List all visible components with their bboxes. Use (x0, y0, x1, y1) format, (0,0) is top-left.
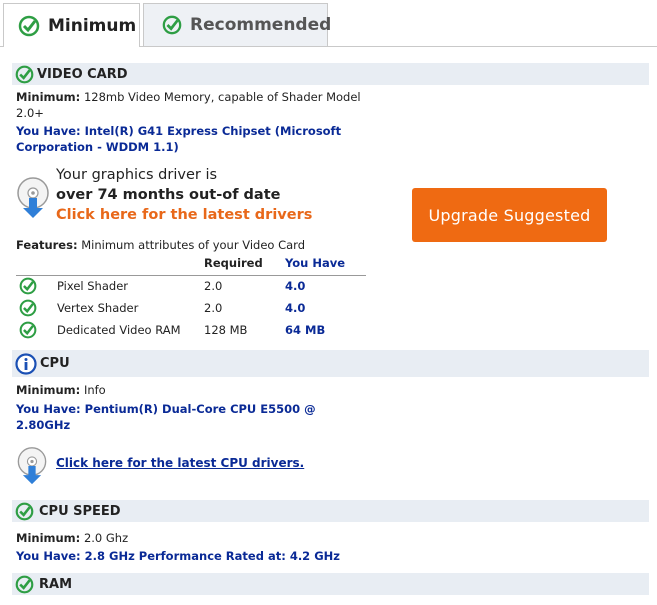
driver-status-line2: over 74 months out-of date (56, 187, 281, 203)
required-header: Required (204, 256, 263, 270)
check-circle-icon (15, 575, 34, 594)
video-card-header: VIDEO CARD (12, 63, 649, 85)
feature-required: 128 MB (204, 323, 248, 337)
cpu-you-have-cont: 2.80GHz (16, 418, 71, 432)
cpu-speed-minimum: Minimum: 2.0 Ghz (16, 531, 129, 545)
video-card-title: VIDEO CARD (37, 66, 128, 82)
table-row: Vertex Shader 2.0 4.0 (16, 298, 366, 320)
feature-name: Vertex Shader (57, 301, 139, 315)
feature-required: 2.0 (204, 301, 223, 315)
disc-download-icon (16, 446, 48, 490)
feature-required: 2.0 (204, 279, 223, 293)
tab-recommended[interactable]: Recommended (143, 3, 332, 46)
cpu-you-have: You Have: Pentium(R) Dual-Core CPU E5500… (16, 402, 316, 416)
tab-minimum-label: Minimum (48, 15, 137, 36)
video-card-you-have: You Have: Intel(R) G41 Express Chipset (… (16, 124, 342, 138)
tab-minimum[interactable]: Minimum (3, 3, 140, 47)
requirements-tabs: Minimum Recommended (0, 0, 657, 47)
upgrade-suggested-button[interactable]: Upgrade Suggested (412, 188, 607, 242)
feature-you-have: 64 MB (285, 323, 326, 337)
disc-download-icon (16, 176, 50, 224)
driver-status-line1: Your graphics driver is (56, 167, 218, 183)
feature-you-have: 4.0 (285, 279, 306, 293)
cpu-speed-header: CPU SPEED (12, 500, 649, 522)
cpu-header: CPU (12, 350, 649, 377)
cpu-title: CPU (40, 356, 70, 371)
check-circle-icon (15, 502, 34, 521)
table-row: Pixel Shader 2.0 4.0 (16, 276, 366, 298)
ram-header: RAM (12, 573, 649, 595)
check-circle-icon (15, 65, 34, 84)
check-circle-icon (19, 321, 37, 342)
check-circle-icon (19, 277, 37, 298)
features-caption: Features: Minimum attributes of your Vid… (16, 238, 306, 252)
cpu-speed-you-have: You Have: 2.8 GHz Performance Rated at: … (16, 549, 340, 563)
you-have-header: You Have (285, 256, 346, 270)
ram-title: RAM (39, 576, 73, 592)
check-circle-icon (162, 15, 182, 35)
table-row: Dedicated Video RAM 128 MB 64 MB (16, 320, 366, 342)
feature-you-have: 4.0 (285, 301, 306, 315)
check-circle-icon (18, 15, 40, 37)
feature-name: Pixel Shader (57, 279, 128, 293)
latest-drivers-link[interactable]: Click here for the latest drivers (56, 205, 312, 225)
feature-name: Dedicated Video RAM (57, 323, 181, 337)
cpu-drivers-link[interactable]: Click here for the latest CPU drivers. (56, 455, 304, 471)
check-circle-icon (19, 299, 37, 320)
cpu-minimum: Minimum: Info (16, 383, 106, 397)
tab-recommended-label: Recommended (190, 15, 332, 35)
video-card-minimum-cont: 2.0+ (16, 106, 44, 120)
info-icon (15, 352, 37, 375)
video-card-minimum: Minimum: 128mb Video Memory, capable of … (16, 90, 361, 104)
video-card-you-have-cont: Corporation - WDDM 1.1) (16, 140, 179, 154)
cpu-speed-title: CPU SPEED (39, 503, 121, 519)
